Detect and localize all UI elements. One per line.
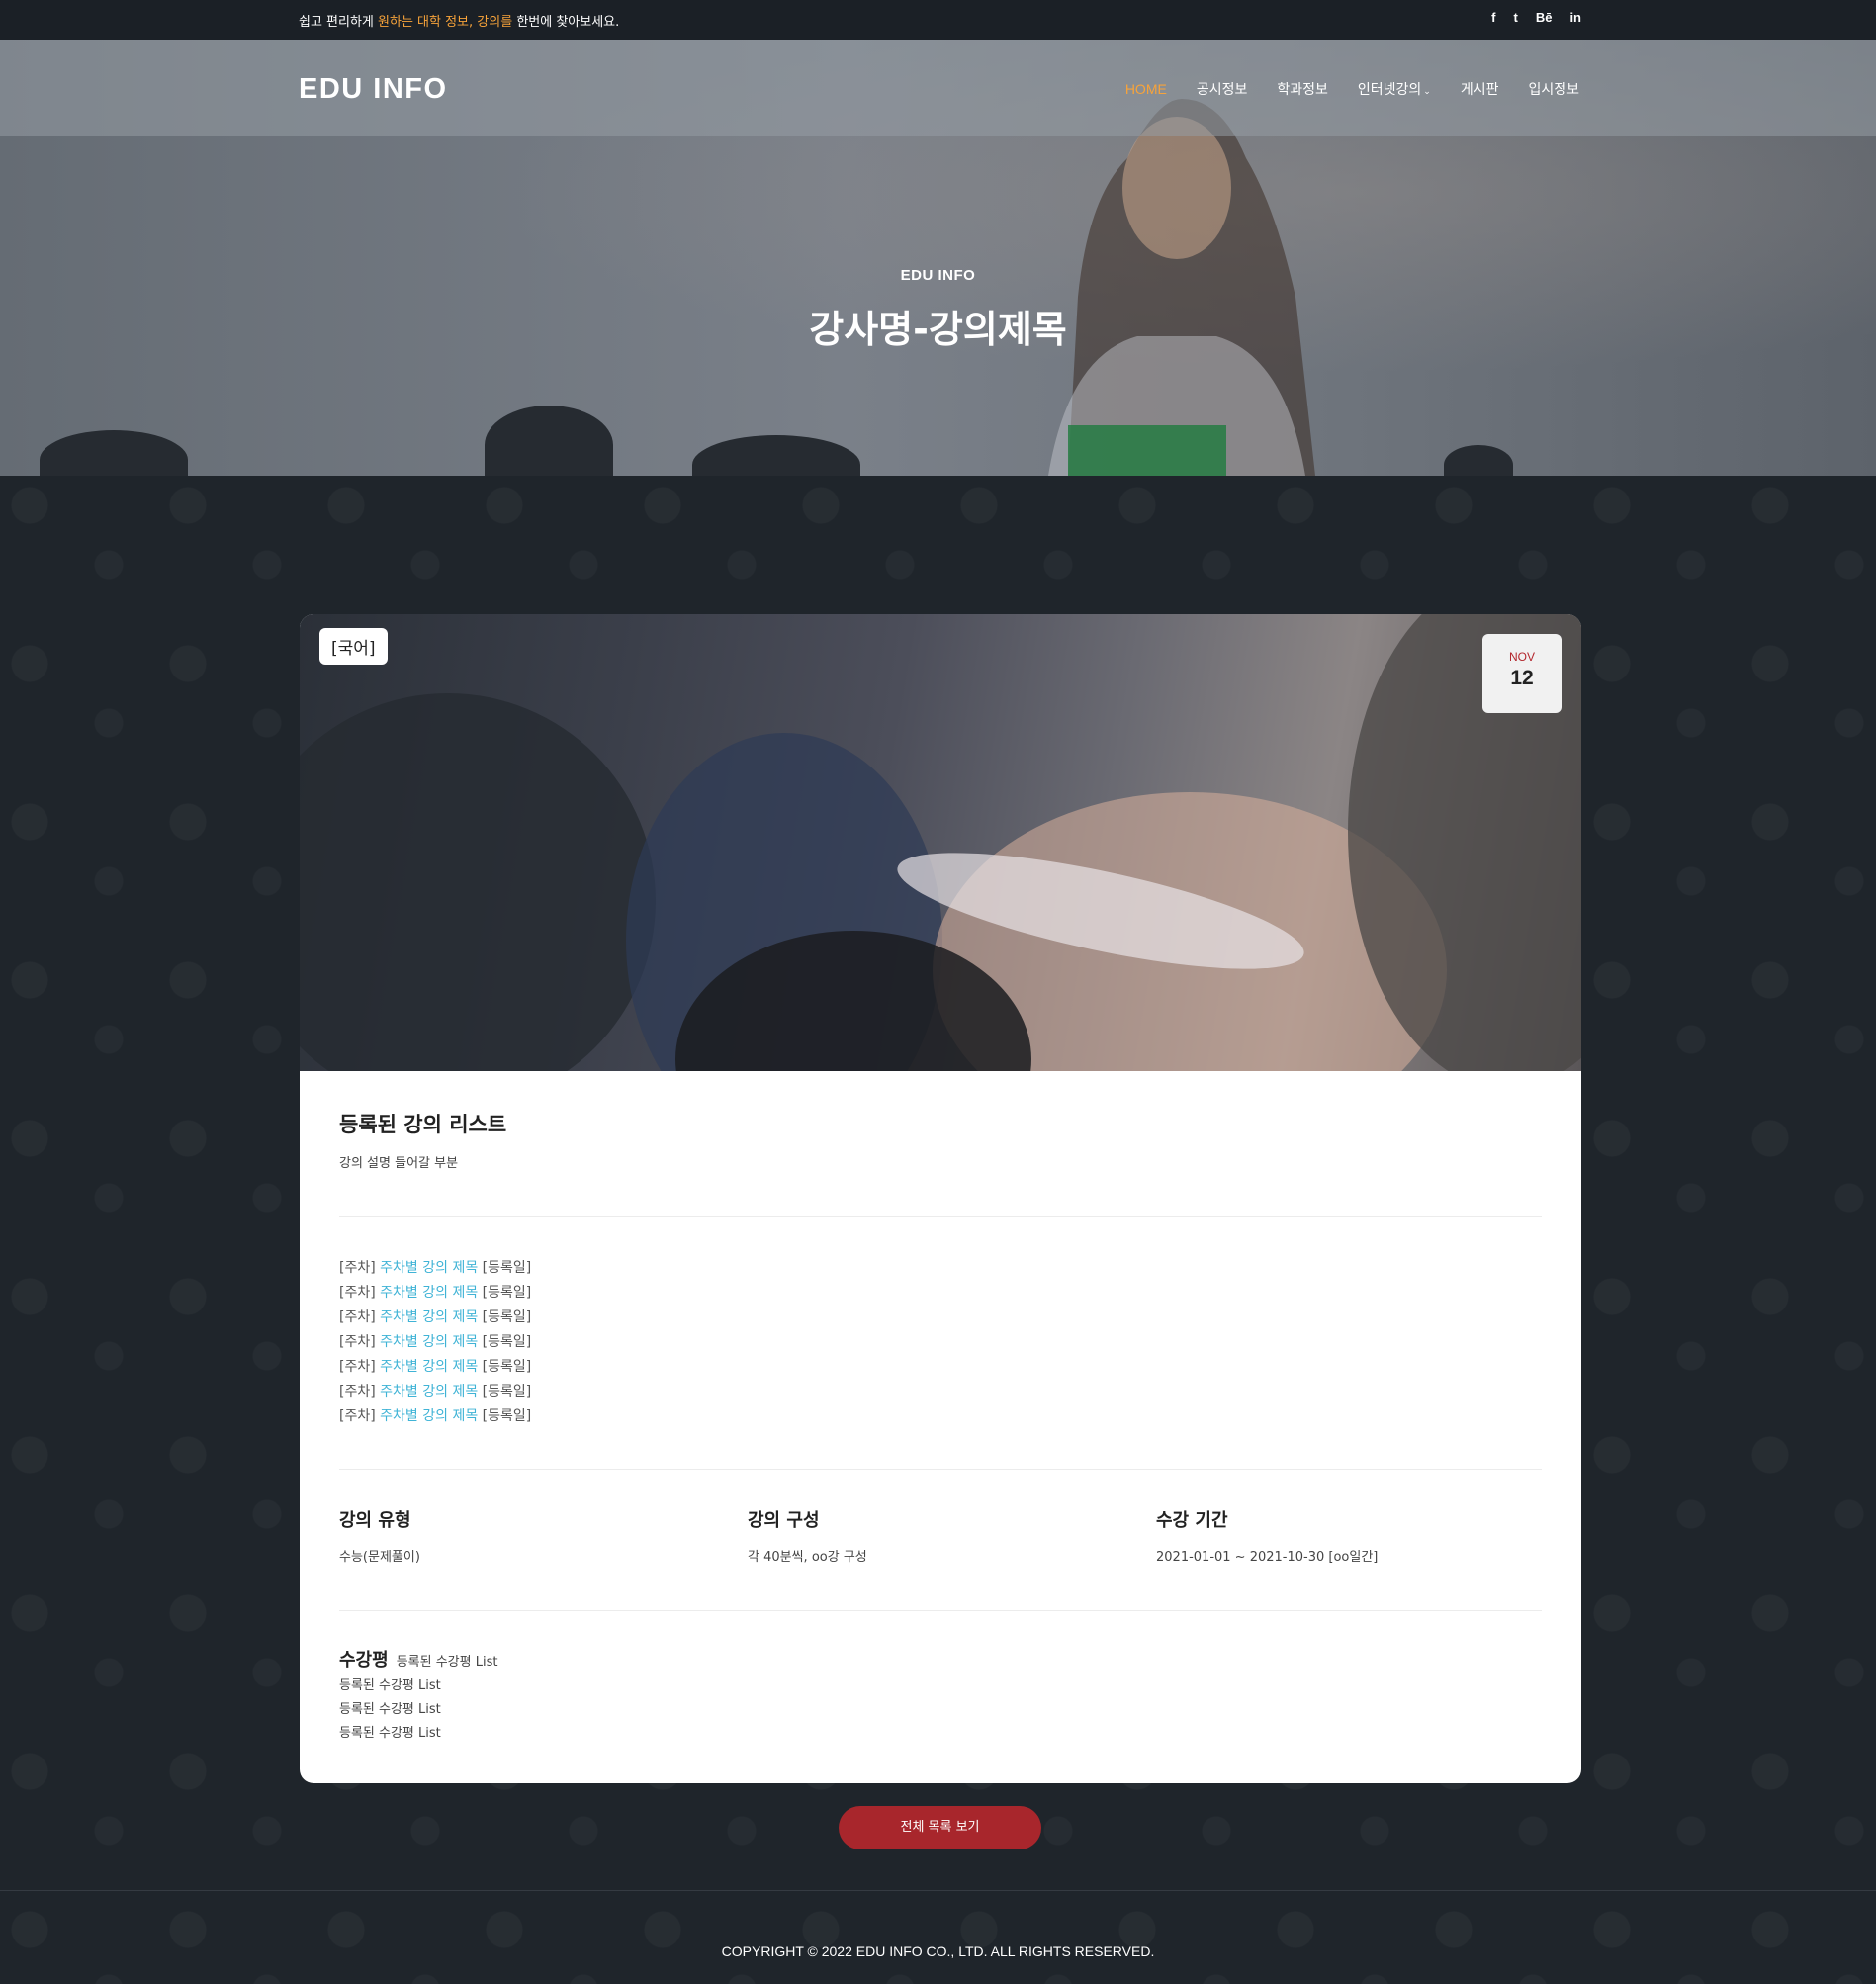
list-item: [주차] 주차별 강의 제목 [등록일]: [339, 1408, 532, 1424]
subject-tag: [국어]: [319, 628, 388, 665]
main-navigation: EDU INFO HOME 공시정보 학과정보 인터넷강의 ⌄ 게시판 입시정보: [0, 40, 1876, 136]
top-bar: 쉽고 편리하게 원하는 대학 정보, 강의를 한번에 찾아보세요. f t Bē…: [0, 0, 1876, 40]
lecture-type-value: 수능(문제풀이): [339, 1550, 420, 1565]
lesson-list: [주차] 주차별 강의 제목 [등록일] [주차] 주차별 강의 제목 [등록일…: [339, 1256, 531, 1429]
highlight-text: 강의를: [477, 15, 513, 30]
lecture-composition-value: 각 40분씩, oo강 구성: [748, 1550, 867, 1565]
lesson-link[interactable]: 주차별 강의 제목: [380, 1408, 478, 1424]
lesson-link[interactable]: 주차별 강의 제목: [380, 1334, 478, 1350]
review-item: 등록된 수강평 List: [339, 1678, 441, 1693]
lecture-type-label: 강의 유형: [339, 1510, 411, 1531]
list-item: [주차] 주차별 강의 제목 [등록일]: [339, 1334, 532, 1350]
lecture-list-title: 등록된 강의 리스트: [339, 1113, 507, 1136]
highlight-text: 원하는 대학 정보,: [378, 15, 474, 30]
reviews-section: 수강평 등록된 수강평 List 등록된 수강평 List 등록된 수강평 Lis…: [339, 1649, 497, 1746]
reviews-header: 수강평 등록된 수강평 List: [339, 1649, 497, 1674]
hero-subtitle: EDU INFO: [900, 267, 976, 284]
nav-item-disclosure[interactable]: 공시정보: [1197, 79, 1248, 99]
review-item: 등록된 수강평 List: [339, 1726, 441, 1741]
behance-icon[interactable]: Bē: [1536, 10, 1553, 25]
site-logo[interactable]: EDU INFO: [299, 73, 448, 106]
chevron-down-icon: ⌄: [1423, 87, 1431, 97]
linkedin-icon[interactable]: in: [1569, 10, 1581, 25]
lecture-card: [국어] NOV 12 등록된 강의 리스트 강의 설명 들어갈 부분 [주차]…: [300, 614, 1581, 1783]
lecture-photo: [국어] NOV 12: [300, 614, 1581, 1071]
list-item: [주차] 주차별 강의 제목 [등록일]: [339, 1285, 532, 1301]
social-links: f t Bē in: [1491, 10, 1581, 25]
list-item: [주차] 주차별 강의 제목 [등록일]: [339, 1260, 532, 1276]
lesson-link[interactable]: 주차별 강의 제목: [380, 1359, 478, 1375]
divider: [339, 1610, 1542, 1611]
divider: [339, 1216, 1542, 1217]
footer-divider: [0, 1890, 1876, 1891]
lecture-composition-label: 강의 구성: [748, 1510, 820, 1531]
date-badge: NOV 12: [1482, 634, 1562, 713]
twitter-icon[interactable]: t: [1513, 10, 1517, 25]
audience-silhouette: [485, 406, 613, 476]
reviews-label: 수강평: [339, 1650, 389, 1670]
review-item: 등록된 수강평 List: [339, 1702, 441, 1717]
review-item: 등록된 수강평 List: [396, 1655, 498, 1669]
date-day: 12: [1510, 667, 1534, 689]
lesson-link[interactable]: 주차별 강의 제목: [380, 1384, 478, 1399]
list-item: [주차] 주차별 강의 제목 [등록일]: [339, 1384, 532, 1399]
view-all-button[interactable]: 전체 목록 보기: [839, 1806, 1041, 1849]
lecture-period-label: 수강 기간: [1156, 1510, 1228, 1531]
list-item: [주차] 주차별 강의 제목 [등록일]: [339, 1359, 532, 1375]
list-item: [주차] 주차별 강의 제목 [등록일]: [339, 1309, 532, 1325]
nav-item-online-lectures[interactable]: 인터넷강의 ⌄: [1358, 79, 1431, 99]
nav-menu: HOME 공시정보 학과정보 인터넷강의 ⌄ 게시판 입시정보: [1125, 79, 1579, 99]
copyright-text: COPYRIGHT © 2022 EDU INFO CO., LTD. ALL …: [721, 1943, 1155, 1959]
lecture-description: 강의 설명 들어갈 부분: [339, 1156, 459, 1171]
nav-item-board[interactable]: 게시판: [1461, 79, 1499, 99]
nav-item-admissions[interactable]: 입시정보: [1528, 79, 1579, 99]
lesson-link[interactable]: 주차별 강의 제목: [380, 1309, 478, 1325]
top-bar-message: 쉽고 편리하게 원하는 대학 정보, 강의를 한번에 찾아보세요.: [299, 15, 620, 30]
facebook-icon[interactable]: f: [1491, 10, 1495, 25]
nav-item-home[interactable]: HOME: [1125, 81, 1167, 97]
page-title: 강사명-강의제목: [809, 308, 1067, 351]
lesson-link[interactable]: 주차별 강의 제목: [380, 1260, 478, 1276]
hero-banner: EDU INFO HOME 공시정보 학과정보 인터넷강의 ⌄ 게시판 입시정보 …: [0, 40, 1876, 476]
photo-shape: [300, 693, 656, 1071]
lesson-link[interactable]: 주차별 강의 제목: [380, 1285, 478, 1301]
nav-item-departments[interactable]: 학과정보: [1277, 79, 1328, 99]
lecture-period-value: 2021-01-01 ~ 2021-10-30 [oo일간]: [1156, 1550, 1379, 1565]
date-month: NOV: [1508, 650, 1535, 664]
divider: [339, 1469, 1542, 1470]
